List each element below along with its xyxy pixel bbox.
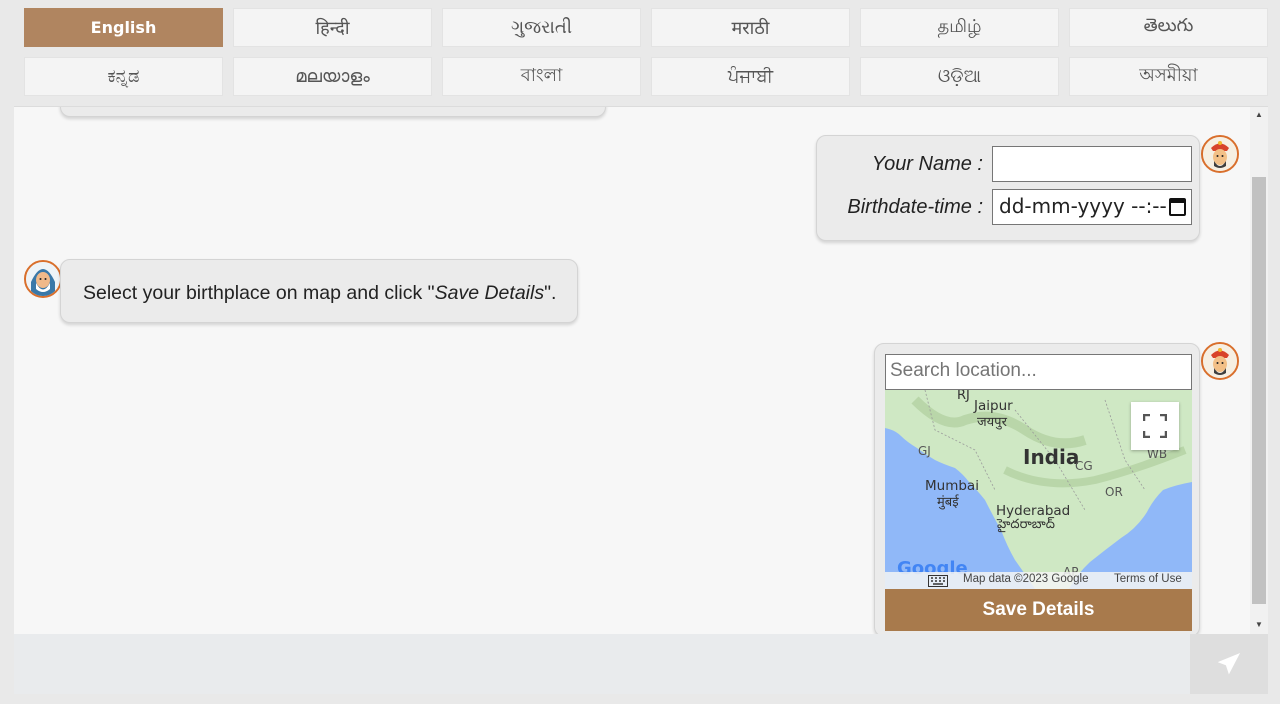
birthdate-placeholder: dd-mm-yyyy --:-- (999, 194, 1167, 218)
name-row: Your Name : (817, 146, 1201, 182)
fullscreen-button[interactable] (1131, 402, 1179, 450)
lang-odia[interactable]: ଓଡ଼ିଆ (860, 57, 1059, 96)
user-avatar (1201, 135, 1239, 173)
scroll-down-arrow[interactable]: ▼ (1250, 617, 1268, 631)
lang-tamil[interactable]: தமிழ் (860, 8, 1059, 47)
map-label-jaipur-hi: जयपुर (977, 415, 1007, 430)
chat-scrollbar[interactable]: ▲ ▼ (1250, 107, 1268, 634)
name-label: Your Name : (871, 153, 983, 175)
lang-telugu[interactable]: తెలుగు (1069, 8, 1268, 47)
message-suffix: ". (544, 282, 557, 304)
map-attribution: Map data ©2023 Google (963, 573, 1089, 585)
map-picker-bubble: Search location... RJ Jaipur जयपुर GJ In… (874, 343, 1200, 634)
user-avatar (1201, 342, 1239, 380)
astrologer-face-icon (1203, 137, 1237, 171)
location-search-input[interactable]: Search location... (885, 354, 1192, 390)
lang-assamese[interactable]: অসমীয়া (1069, 57, 1268, 96)
map-label-india: India (1023, 445, 1080, 469)
map-label-or: OR (1105, 485, 1123, 499)
lang-english[interactable]: English (24, 8, 223, 47)
birthdate-label: Birthdate-time : (847, 196, 983, 218)
map-label-rj: RJ (957, 390, 970, 403)
lang-gujarati[interactable]: ગુજરાતી (442, 8, 641, 47)
lang-marathi[interactable]: मराठी (651, 8, 850, 47)
birthdate-input[interactable]: dd-mm-yyyy --:-- (992, 189, 1192, 225)
message-prefix: Select your birthplace on map and click … (83, 282, 435, 304)
lang-bengali[interactable]: বাংলা (442, 57, 641, 96)
scroll-thumb[interactable] (1252, 177, 1266, 604)
previous-message-bubble (60, 107, 606, 117)
name-input[interactable] (992, 146, 1192, 182)
calendar-icon[interactable] (1169, 198, 1186, 216)
chat-panel: Your Name : Birthdate-time : dd-mm-yyyy … (14, 106, 1268, 634)
save-details-button[interactable]: Save Details (885, 589, 1192, 631)
map-attribution-bar: Map data ©2023 Google Terms of Use (885, 572, 1192, 589)
map-label-cg: CG (1075, 459, 1093, 473)
send-button[interactable] (1190, 634, 1268, 694)
fullscreen-icon (1143, 414, 1167, 438)
lang-malayalam[interactable]: മലയാളം (233, 57, 432, 96)
map-label-hyderabad-te: హైదరాబాద్ (997, 517, 1055, 532)
terms-of-use-link[interactable]: Terms of Use (1114, 573, 1182, 585)
lang-hindi[interactable]: हिन्दी (233, 8, 432, 47)
birthdate-row: Birthdate-time : dd-mm-yyyy --:-- (817, 189, 1201, 225)
lang-kannada[interactable]: ಕನ್ನಡ (24, 57, 223, 96)
language-bar: English हिन्दी ગુજરાતી मराठी தமிழ் తెలుగ… (24, 8, 1270, 96)
paper-plane-icon (1218, 653, 1240, 675)
search-placeholder: Search location... (890, 360, 1037, 381)
message-emphasis: Save Details (434, 282, 545, 304)
bot-message-bubble: Select your birthplace on map and click … (60, 259, 578, 323)
scroll-up-arrow[interactable]: ▲ (1250, 107, 1268, 121)
birth-details-form: Your Name : Birthdate-time : dd-mm-yyyy … (816, 135, 1200, 241)
sage-face-icon (26, 262, 60, 296)
bot-avatar (24, 260, 62, 298)
map-view[interactable]: RJ Jaipur जयपुर GJ India CG JH WB Mumbai… (885, 390, 1192, 589)
keyboard-icon[interactable] (928, 575, 948, 587)
astrologer-face-icon (1203, 344, 1237, 378)
map-label-gj: GJ (918, 444, 931, 458)
map-label-mumbai-mr: मुंबई (937, 495, 959, 510)
bot-message-text: Select your birthplace on map and click … (83, 282, 556, 305)
message-input-bar[interactable] (14, 634, 1268, 694)
lang-punjabi[interactable]: ਪੰਜਾਬੀ (651, 57, 850, 96)
